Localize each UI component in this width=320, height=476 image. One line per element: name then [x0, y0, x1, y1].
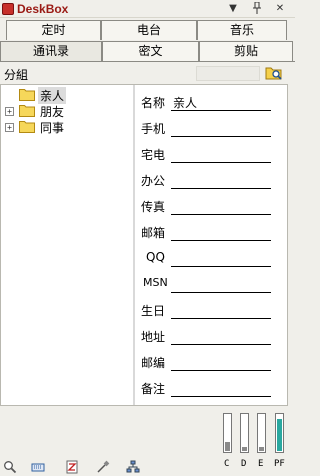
- drive-d-meter: [240, 413, 249, 453]
- folder-icon: [19, 120, 35, 133]
- tree-item-friends[interactable]: + 朋友: [1, 103, 131, 119]
- meter-label-d: D: [241, 459, 247, 469]
- document-icon[interactable]: [65, 460, 79, 474]
- network-icon[interactable]: [126, 460, 140, 474]
- field-label: 宅电: [141, 148, 166, 162]
- folder-icon: [19, 88, 35, 101]
- field-label: 地址: [141, 330, 166, 344]
- field-label: 传真: [141, 200, 166, 214]
- field-label: 邮编: [141, 356, 166, 370]
- window-title: DeskBox: [17, 2, 69, 16]
- field-name: 名称 亲人: [141, 94, 276, 112]
- field-label: QQ: [146, 250, 165, 264]
- field-underline: [171, 344, 271, 345]
- field-label: 邮箱: [141, 226, 166, 240]
- folder-icon: [19, 104, 35, 117]
- pagefile-meter: [275, 413, 284, 453]
- app-icon: [2, 3, 14, 15]
- meter-label-e: E: [258, 459, 264, 469]
- tab-contacts[interactable]: 通讯录: [0, 41, 102, 61]
- field-underline: [171, 110, 271, 111]
- search-icon[interactable]: [3, 460, 17, 474]
- tab-timer[interactable]: 定时: [6, 20, 101, 40]
- expand-icon[interactable]: +: [5, 107, 14, 116]
- panel-divider: [133, 85, 135, 405]
- field-underline: [171, 318, 271, 319]
- tree-item-label: 亲人: [38, 87, 67, 104]
- field-label: 名称: [141, 96, 166, 110]
- field-msn: MSN: [141, 276, 276, 294]
- title-bar: DeskBox ▼ ✕: [0, 0, 295, 18]
- tree-item-family[interactable]: 亲人: [1, 87, 131, 104]
- field-fax: 传真: [141, 198, 276, 216]
- field-office: 办公: [141, 172, 276, 190]
- field-notes: 备注: [141, 380, 276, 398]
- close-icon[interactable]: ✕: [273, 2, 287, 16]
- field-underline: [171, 240, 271, 241]
- meter-label-pf: PF: [274, 459, 285, 469]
- drive-c-meter: [223, 413, 232, 453]
- field-underline: [171, 214, 271, 215]
- contacts-panel: 亲人 + 朋友 + 同事 名称 亲人 手机 宅电 办公 传真 邮箱 QQ MSN…: [0, 84, 288, 406]
- meter-label-c: C: [224, 459, 230, 469]
- field-label: 备注: [141, 382, 166, 396]
- tree-item-label: 同事: [40, 121, 65, 135]
- field-underline: [171, 162, 271, 163]
- field-email: 邮箱: [141, 224, 276, 242]
- field-value[interactable]: 亲人: [173, 94, 197, 111]
- group-label: 分組: [4, 68, 29, 82]
- status-area: C D E PF: [0, 408, 295, 476]
- field-label: 手机: [141, 122, 166, 136]
- field-label: 办公: [141, 174, 166, 188]
- search-input[interactable]: [196, 66, 260, 81]
- field-birthday: 生日: [141, 302, 276, 320]
- field-underline: [171, 136, 271, 137]
- tab-ciphertext[interactable]: 密文: [102, 41, 199, 61]
- tab-clipboard[interactable]: 剪贴: [199, 41, 293, 61]
- field-underline: [171, 266, 271, 267]
- pipette-icon[interactable]: [96, 460, 110, 474]
- expand-icon[interactable]: +: [5, 123, 14, 132]
- tab-music[interactable]: 音乐: [197, 20, 287, 40]
- field-qq: QQ: [141, 250, 276, 268]
- field-label: MSN: [143, 276, 168, 289]
- dropdown-icon[interactable]: ▼: [226, 2, 240, 16]
- group-bar: 分組: [0, 63, 295, 83]
- field-mobile: 手机: [141, 120, 276, 138]
- field-underline: [171, 396, 271, 397]
- group-tree: 亲人 + 朋友 + 同事: [1, 85, 133, 405]
- tree-item-colleagues[interactable]: + 同事: [1, 119, 131, 135]
- field-address: 地址: [141, 328, 276, 346]
- field-underline: [171, 370, 271, 371]
- keyboard-icon[interactable]: [31, 460, 45, 474]
- field-home-phone: 宅电: [141, 146, 276, 164]
- field-postcode: 邮编: [141, 354, 276, 372]
- tab-baseline: [0, 61, 295, 62]
- tree-item-label: 朋友: [40, 105, 65, 119]
- tab-radio[interactable]: 电台: [101, 20, 197, 40]
- drive-e-meter: [257, 413, 266, 453]
- tab-strip: 定时 电台 音乐 通讯录 密文 剪贴: [0, 20, 295, 62]
- field-underline: [171, 292, 271, 293]
- field-label: 生日: [141, 304, 166, 318]
- search-folder-icon[interactable]: [265, 65, 283, 81]
- pin-icon[interactable]: [250, 1, 264, 16]
- field-underline: [171, 188, 271, 189]
